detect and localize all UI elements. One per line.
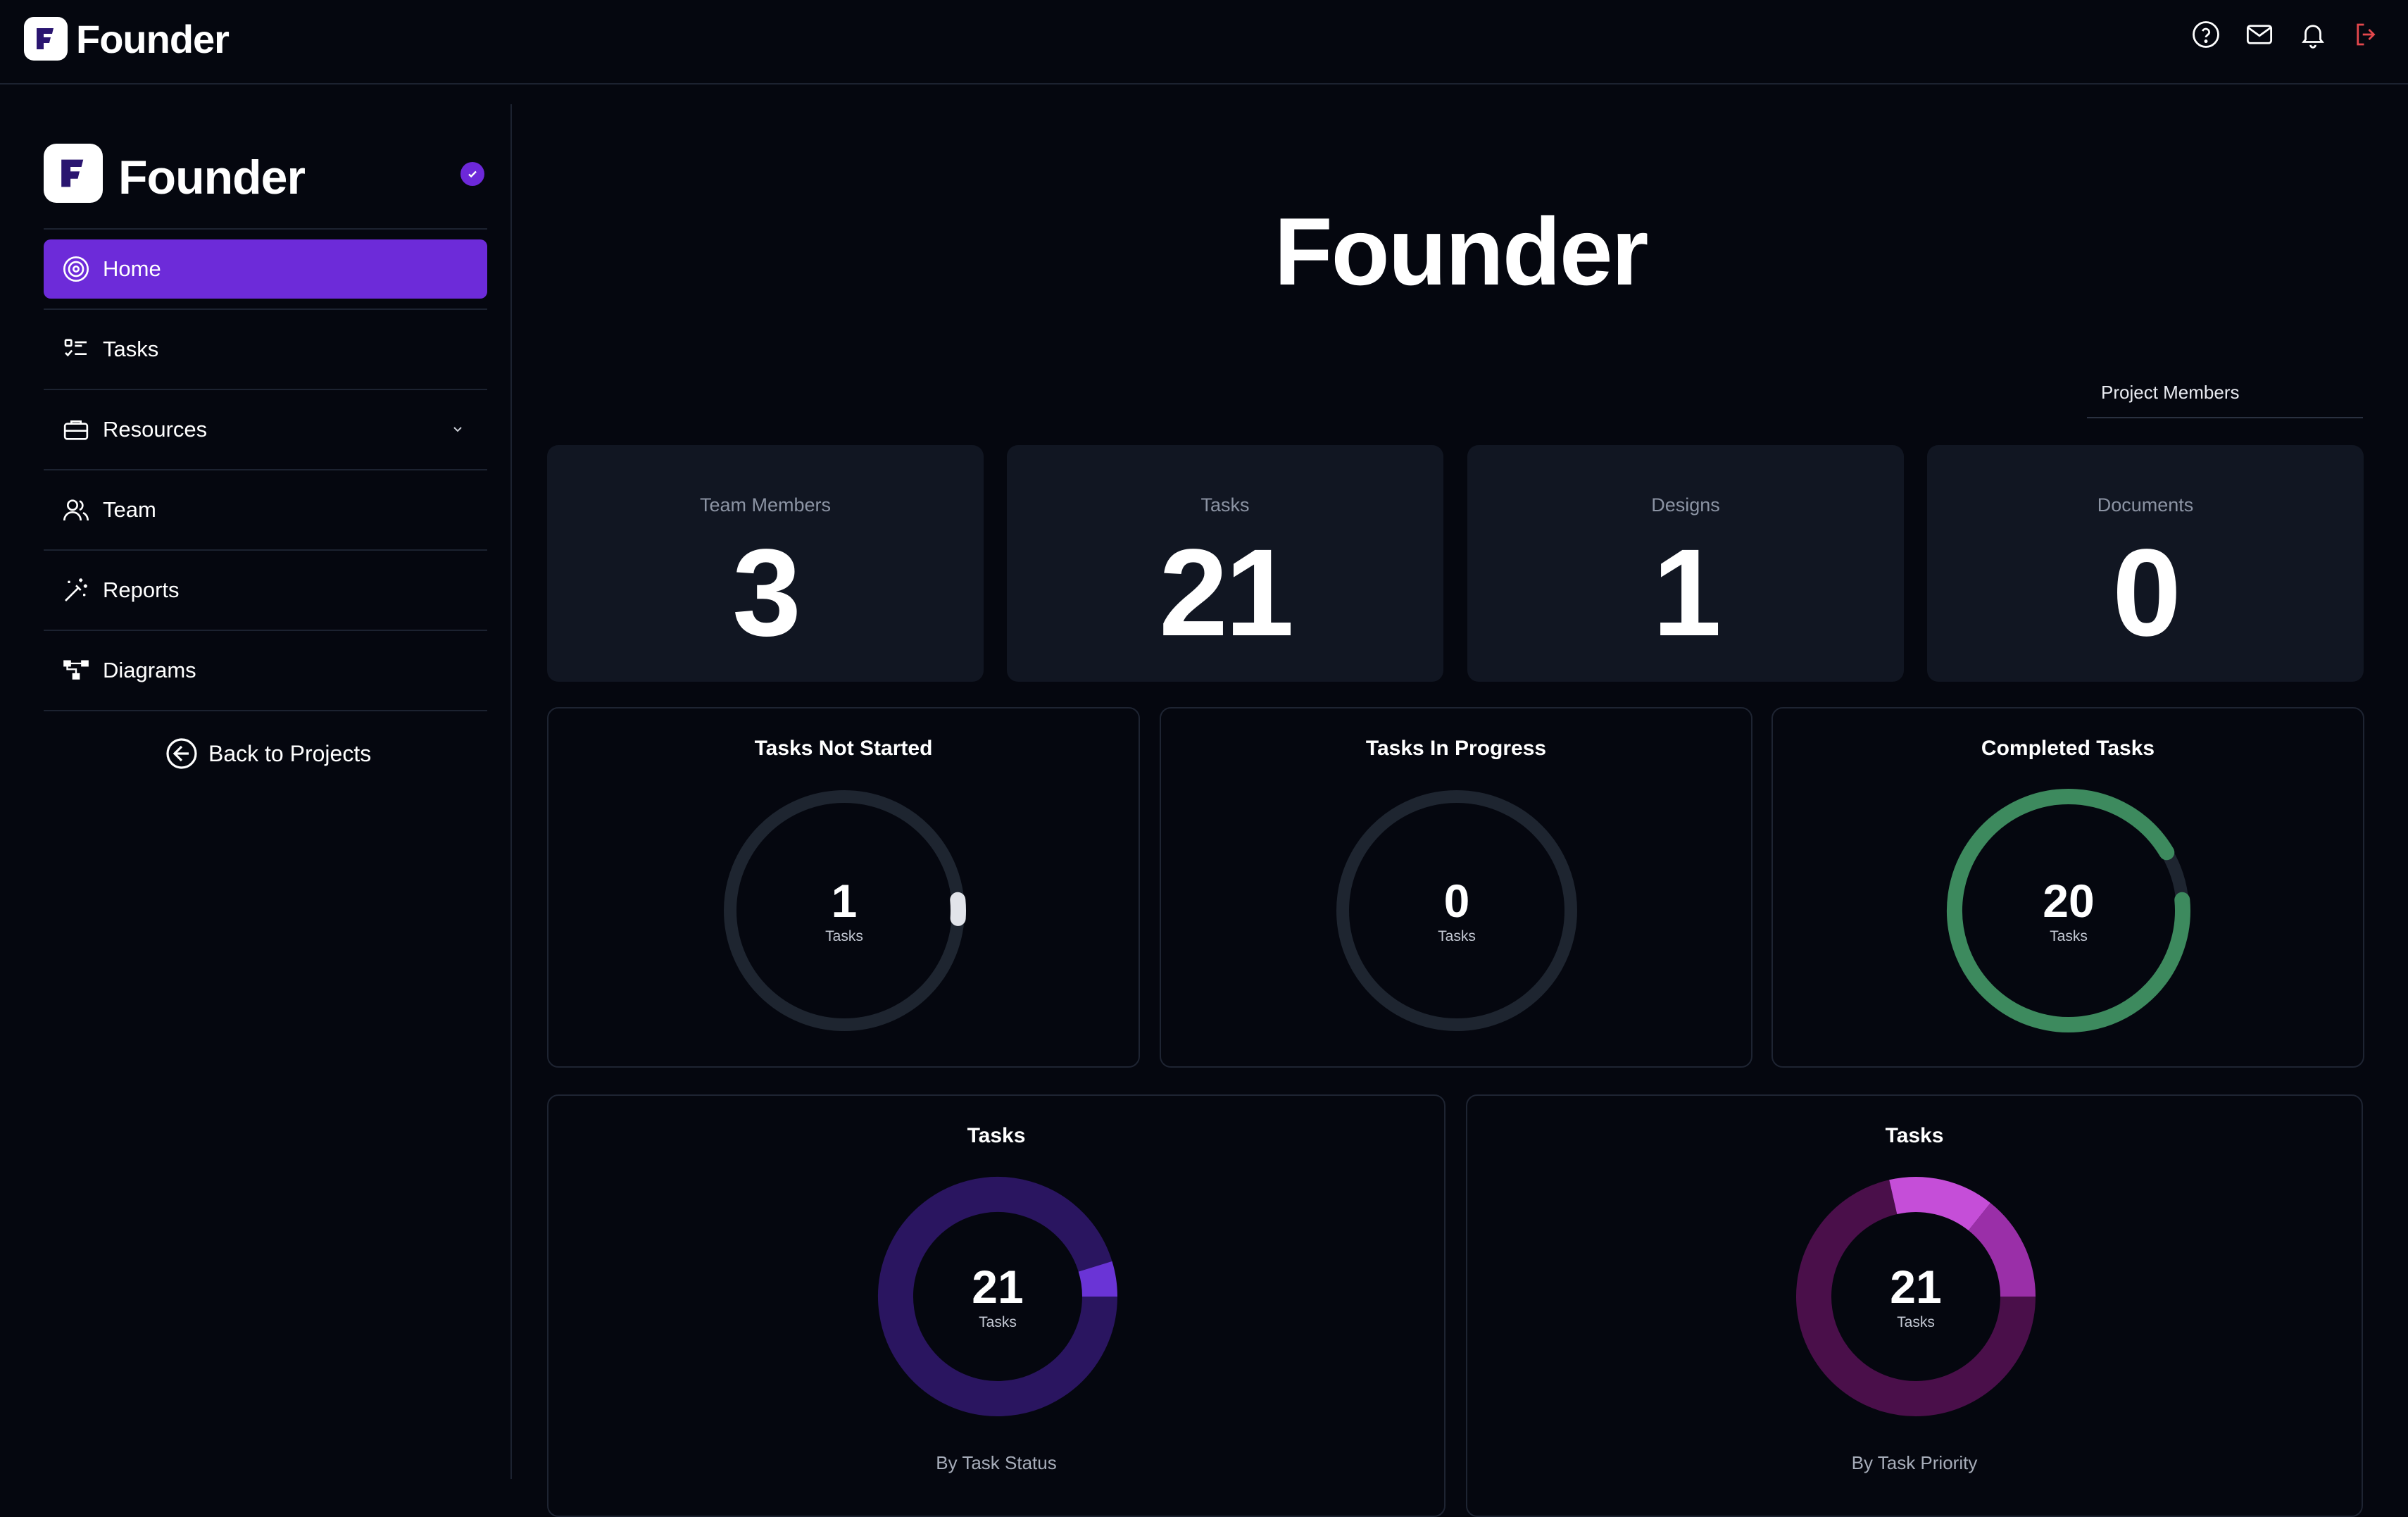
target-icon [62,255,90,283]
sidebar-project-header: Founder [44,144,487,228]
stat-card-documents: Documents 0 [1927,445,2364,682]
diagram-icon [62,656,90,685]
help-icon[interactable] [2190,18,2222,51]
magic-wand-icon [62,576,90,604]
sidebar-item-label: Reports [103,578,180,602]
ring-value: 20 [2043,875,2095,927]
project-logo-icon [44,144,103,203]
card-title: Completed Tasks [1981,737,2155,760]
stat-card-tasks: Tasks 21 [1007,445,1443,682]
ring-unit: Tasks [979,1314,1017,1330]
ring-center: 20 Tasks [1945,787,2192,1034]
checklist-icon [62,335,90,363]
briefcase-icon [62,416,90,444]
stat-label: Documents [2097,494,2194,516]
sidebar-item-label: Diagrams [103,658,196,682]
ring-unit: Tasks [1897,1314,1935,1330]
stat-value: 21 [1159,524,1294,662]
card-tasks-by-status: Tasks 21 Tasks By Task Status [547,1094,1446,1517]
stat-card-team-members: Team Members 3 [547,445,984,682]
divider [44,308,487,310]
top-icon-group [2190,18,2383,51]
mail-icon[interactable] [2243,18,2276,51]
top-bar: Founder [0,0,2408,85]
ring-value: 0 [1443,875,1470,927]
sidebar-item-label: Team [103,497,156,522]
card-title: Tasks [967,1124,1026,1147]
stat-label: Team Members [699,494,832,516]
stat-card-designs: Designs 1 [1467,445,1904,682]
sidebar-item-label: Resources [103,417,208,442]
stat-label: Designs [1651,494,1720,516]
tab-label: Project Members [2101,382,2240,403]
card-subtitle: By Task Status [936,1452,1057,1473]
stat-value: 3 [732,524,801,662]
ring-value: 21 [1890,1261,1942,1313]
back-to-projects-label: Back to Projects [208,740,372,766]
ring-center: 0 Tasks [1334,787,1580,1034]
card-title: Tasks [1885,1124,1944,1147]
sidebar-item-team[interactable]: Team [44,480,487,539]
stat-value: 0 [2112,524,2181,662]
sidebar-item-home[interactable]: Home [44,239,487,299]
divider [44,710,487,711]
logout-icon[interactable] [2350,18,2383,51]
card-tasks-by-priority: Tasks 21 Tasks By Task Priority [1466,1094,2363,1517]
ring-unit: Tasks [825,928,863,944]
ring-unit: Tasks [2050,928,2088,944]
card-title: Tasks Not Started [754,737,933,760]
tab-project-members[interactable]: Project Members [2087,373,2363,418]
sidebar-item-diagrams[interactable]: Diagrams [44,641,487,700]
card-completed-tasks: Completed Tasks 20 Tasks [1771,707,2364,1068]
sidebar-item-tasks[interactable]: Tasks [44,320,487,379]
sidebar-item-label: Tasks [103,337,159,361]
ring-unit: Tasks [1438,928,1476,944]
chevron-down-icon[interactable] [449,421,466,438]
divider [44,469,487,470]
card-tasks-not-started: Tasks Not Started 1 Tasks [547,707,1140,1068]
bell-icon[interactable] [2297,18,2329,51]
people-icon [62,496,90,524]
card-title: Tasks In Progress [1365,737,1547,760]
founder-logo-icon[interactable] [24,17,68,61]
sidebar: Founder Home Tasks Resources Team Report… [0,104,512,1479]
back-to-projects-link[interactable]: Back to Projects [165,734,371,773]
divider [44,549,487,551]
project-name: Founder [118,151,306,204]
stat-value: 1 [1653,524,1722,662]
ring-center: 21 Tasks [1793,1173,2039,1420]
divider [44,389,487,390]
divider [44,228,487,230]
ring-value: 1 [831,875,858,927]
brand-name[interactable]: Founder [76,14,230,65]
stat-label: Tasks [1200,494,1250,516]
ring-center: 1 Tasks [721,787,967,1034]
arrow-left-circle-icon [166,738,197,769]
divider [44,630,487,631]
card-subtitle: By Task Priority [1851,1452,1978,1473]
ring-value: 21 [972,1261,1024,1313]
page-title: Founder [1274,198,1649,305]
sidebar-item-label: Home [103,256,161,281]
ring-center: 21 Tasks [874,1173,1121,1420]
card-tasks-in-progress: Tasks In Progress 0 Tasks [1160,707,1752,1068]
sidebar-item-reports[interactable]: Reports [44,561,487,620]
check-badge-icon [460,162,484,186]
sidebar-item-resources[interactable]: Resources [44,400,487,459]
